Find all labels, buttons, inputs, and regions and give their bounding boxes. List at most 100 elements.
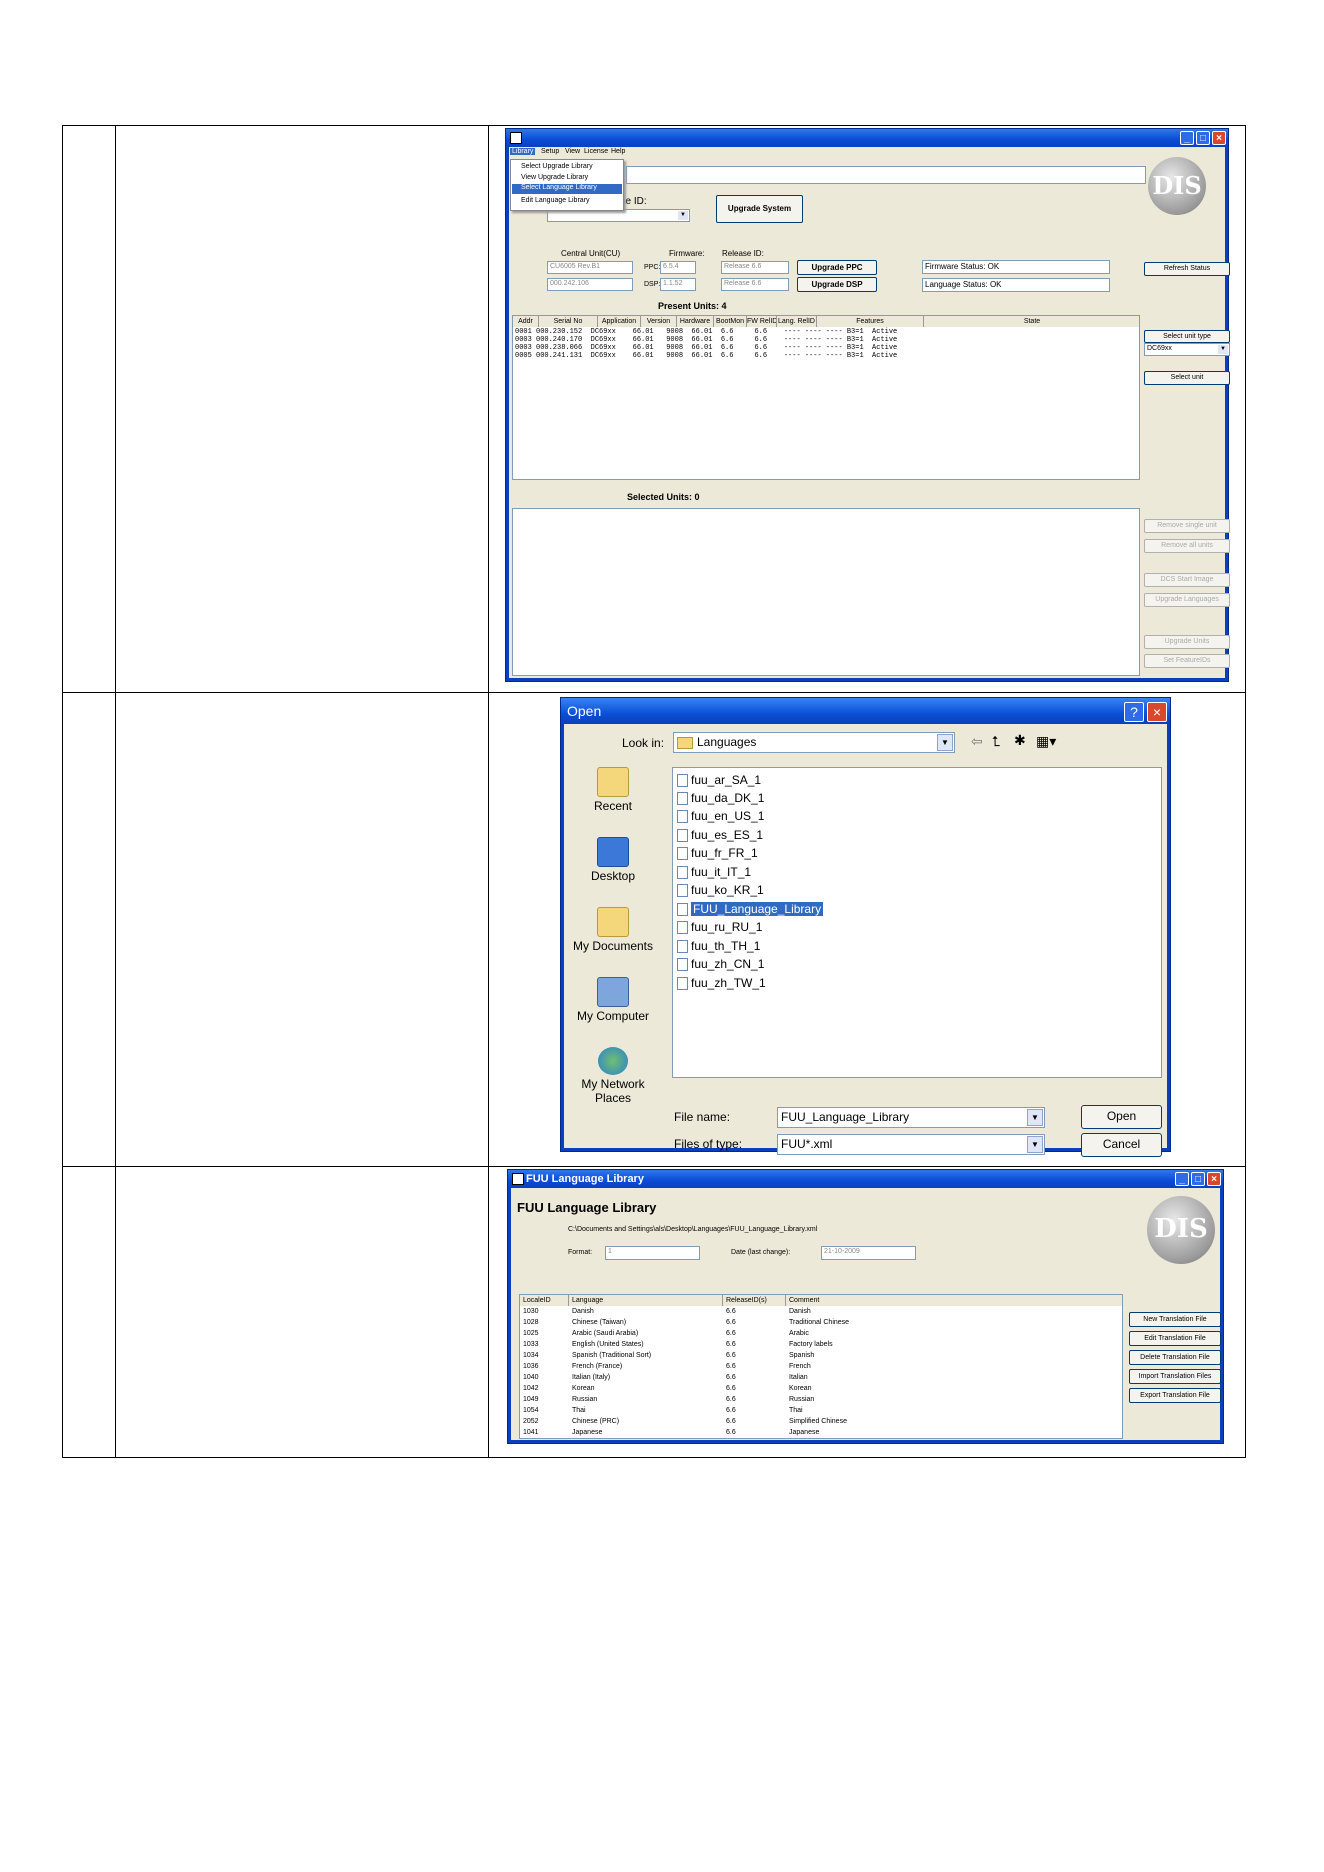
language-table[interactable]: LocaleID Language ReleaseID(s) Comment 1… xyxy=(519,1294,1123,1439)
up-folder-icon[interactable]: ⮤ xyxy=(992,733,1000,750)
file-item[interactable]: fuu_it_IT_1 xyxy=(677,864,751,880)
new-translation-file-button[interactable]: New Translation File xyxy=(1129,1312,1221,1327)
table-row[interactable]: 1036 French (France) 6.6 French xyxy=(520,1362,1122,1373)
upgrade-dsp-button[interactable]: Upgrade DSP xyxy=(797,277,877,292)
chevron-down-icon[interactable]: ▼ xyxy=(1218,345,1228,354)
upgrade-languages-button[interactable]: Upgrade Languages xyxy=(1144,593,1230,607)
selected-units-list[interactable] xyxy=(512,508,1140,676)
menu-setup[interactable]: Setup xyxy=(541,148,559,155)
file-item[interactable]: fuu_fr_FR_1 xyxy=(677,845,758,861)
file-item[interactable]: fuu_th_TH_1 xyxy=(677,938,760,954)
column-header[interactable]: Language xyxy=(569,1295,723,1306)
chevron-down-icon[interactable]: ▼ xyxy=(1027,1109,1043,1126)
place-my-network[interactable]: My Network Places xyxy=(571,1047,655,1105)
column-header[interactable]: Lang. RelID xyxy=(777,316,817,327)
remove-all-units-button[interactable]: Remove all units xyxy=(1144,539,1230,553)
maximize-icon[interactable]: □ xyxy=(1191,1172,1205,1186)
column-header[interactable]: Addr xyxy=(513,316,539,327)
table-row[interactable]: 1041 Japanese 6.6 Japanese xyxy=(520,1428,1122,1438)
file-item[interactable]: fuu_ar_SA_1 xyxy=(677,772,761,788)
file-item[interactable]: fuu_ko_KR_1 xyxy=(677,882,764,898)
back-icon[interactable]: ⇦ xyxy=(971,733,983,750)
menu-item-view-upgrade-library[interactable]: View Upgrade Library xyxy=(521,174,588,181)
new-folder-icon[interactable]: ✱ xyxy=(1014,732,1026,749)
file-item[interactable]: fuu_zh_TW_1 xyxy=(677,975,766,991)
table-row[interactable]: 1049 Russian 6.6 Russian xyxy=(520,1395,1122,1406)
file-item[interactable]: fuu_da_DK_1 xyxy=(677,790,764,806)
file-item[interactable]: fuu_en_US_1 xyxy=(677,808,764,824)
delete-translation-file-button[interactable]: Delete Translation File xyxy=(1129,1350,1221,1365)
table-row[interactable]: 1054 Thai 6.6 Thai xyxy=(520,1406,1122,1417)
table-row[interactable]: 1040 Italian (Italy) 6.6 Italian xyxy=(520,1373,1122,1384)
close-icon[interactable]: × xyxy=(1147,702,1167,722)
menu-item-edit-language-library[interactable]: Edit Language Library xyxy=(521,197,590,204)
menu-library[interactable]: Library xyxy=(510,148,536,155)
dcs-start-image-button[interactable]: DCS Start Image xyxy=(1144,573,1230,587)
menu-item-select-upgrade-library[interactable]: Select Upgrade Library xyxy=(521,163,593,170)
select-unit-type-button[interactable]: Select unit type xyxy=(1144,330,1230,343)
menu-help[interactable]: Help xyxy=(611,148,625,155)
help-icon[interactable]: ? xyxy=(1124,702,1144,722)
upgrade-ppc-button[interactable]: Upgrade PPC xyxy=(797,260,877,275)
remove-single-unit-button[interactable]: Remove single unit xyxy=(1144,519,1230,533)
look-in-combo[interactable]: Languages ▼ xyxy=(673,732,955,753)
chevron-down-icon[interactable]: ▼ xyxy=(937,734,953,751)
set-feature-ids-button[interactable]: Set FeatureIDs xyxy=(1144,654,1230,668)
file-list[interactable]: fuu_ar_SA_1 fuu_da_DK_1 fuu_en_US_1 fuu_… xyxy=(672,767,1162,1078)
column-header[interactable]: Hardware xyxy=(677,316,714,327)
place-my-documents[interactable]: My Documents xyxy=(571,907,655,953)
export-translation-file-button[interactable]: Export Translation File xyxy=(1129,1388,1221,1403)
file-name-input[interactable]: FUU_Language_Library ▼ xyxy=(777,1107,1045,1128)
table-row[interactable]: 0001 000.230.152 DC69xx 66.01 9008 66.01… xyxy=(515,328,897,336)
place-recent[interactable]: Recent xyxy=(571,767,655,813)
minimize-icon[interactable]: _ xyxy=(1175,1172,1189,1186)
open-button[interactable]: Open xyxy=(1081,1105,1162,1129)
maximize-icon[interactable]: □ xyxy=(1196,131,1210,145)
table-row[interactable]: 0003 000.238.066 DC69xx 66.01 9008 66.01… xyxy=(515,344,897,352)
close-icon[interactable]: × xyxy=(1212,131,1226,145)
table-row[interactable]: 1025 Arabic (Saudi Arabia) 6.6 Arabic xyxy=(520,1329,1122,1340)
table-row[interactable]: 0003 000.240.170 DC69xx 66.01 9008 66.01… xyxy=(515,336,897,344)
edit-translation-file-button[interactable]: Edit Translation File xyxy=(1129,1331,1221,1346)
column-header[interactable]: Version xyxy=(641,316,677,327)
upgrade-units-button[interactable]: Upgrade Units xyxy=(1144,635,1230,649)
menu-item-select-language-library[interactable]: Select Language Library xyxy=(512,184,622,194)
close-icon[interactable]: × xyxy=(1207,1172,1221,1186)
table-row[interactable]: 1034 Spanish (Traditional Sort) 6.6 Spanish xyxy=(520,1351,1122,1362)
column-header[interactable]: FW RelID xyxy=(747,316,777,327)
column-header[interactable]: Application xyxy=(598,316,641,327)
table-row[interactable]: 2052 Chinese (PRC) 6.6 Simplified Chinese xyxy=(520,1417,1122,1428)
view-menu-icon[interactable]: ▦▾ xyxy=(1036,733,1056,750)
place-desktop[interactable]: Desktop xyxy=(571,837,655,883)
column-header[interactable]: Serial No xyxy=(539,316,598,327)
file-item-selected[interactable]: FUU_Language_Library xyxy=(677,901,824,917)
file-item[interactable]: fuu_es_ES_1 xyxy=(677,827,763,843)
table-row[interactable]: 1028 Chinese (Taiwan) 6.6 Traditional Chine… xyxy=(520,1318,1122,1329)
column-header[interactable]: Features xyxy=(817,316,924,327)
cancel-button[interactable]: Cancel xyxy=(1081,1133,1162,1157)
file-item[interactable]: fuu_ru_RU_1 xyxy=(677,919,762,935)
place-my-computer[interactable]: My Computer xyxy=(571,977,655,1023)
import-translation-files-button[interactable]: Import Translation Files xyxy=(1129,1369,1221,1384)
column-header[interactable]: State xyxy=(924,316,1139,327)
table-row[interactable]: 0005 000.241.131 DC69xx 66.01 9008 66.01… xyxy=(515,352,897,360)
column-header[interactable]: Comment xyxy=(786,1295,1122,1306)
present-units-list[interactable]: Addr Serial No Application Version Hardw… xyxy=(512,315,1140,480)
menu-license[interactable]: License xyxy=(584,148,608,155)
minimize-icon[interactable]: _ xyxy=(1180,131,1194,145)
refresh-status-button[interactable]: Refresh Status xyxy=(1144,262,1230,276)
library-path-field[interactable] xyxy=(626,166,1146,184)
file-item[interactable]: fuu_zh_CN_1 xyxy=(677,956,764,972)
select-unit-button[interactable]: Select unit xyxy=(1144,371,1230,385)
table-row[interactable]: 1042 Korean 6.6 Korean xyxy=(520,1384,1122,1395)
table-row[interactable]: 1030 Danish 6.6 Danish xyxy=(520,1307,1122,1318)
column-header[interactable]: ReleaseID(s) xyxy=(723,1295,786,1306)
column-header[interactable]: LocaleID xyxy=(520,1295,569,1306)
column-header[interactable]: BootMon xyxy=(714,316,747,327)
menu-view[interactable]: View xyxy=(565,148,580,155)
table-row[interactable]: 1033 English (United States) 6.6 Factory la… xyxy=(520,1340,1122,1351)
chevron-down-icon[interactable]: ▼ xyxy=(1027,1136,1043,1153)
files-of-type-select[interactable]: FUU*.xml ▼ xyxy=(777,1134,1045,1155)
unit-type-combo[interactable]: DC69xx ▼ xyxy=(1144,343,1230,356)
upgrade-system-button[interactable]: Upgrade System xyxy=(716,195,803,223)
